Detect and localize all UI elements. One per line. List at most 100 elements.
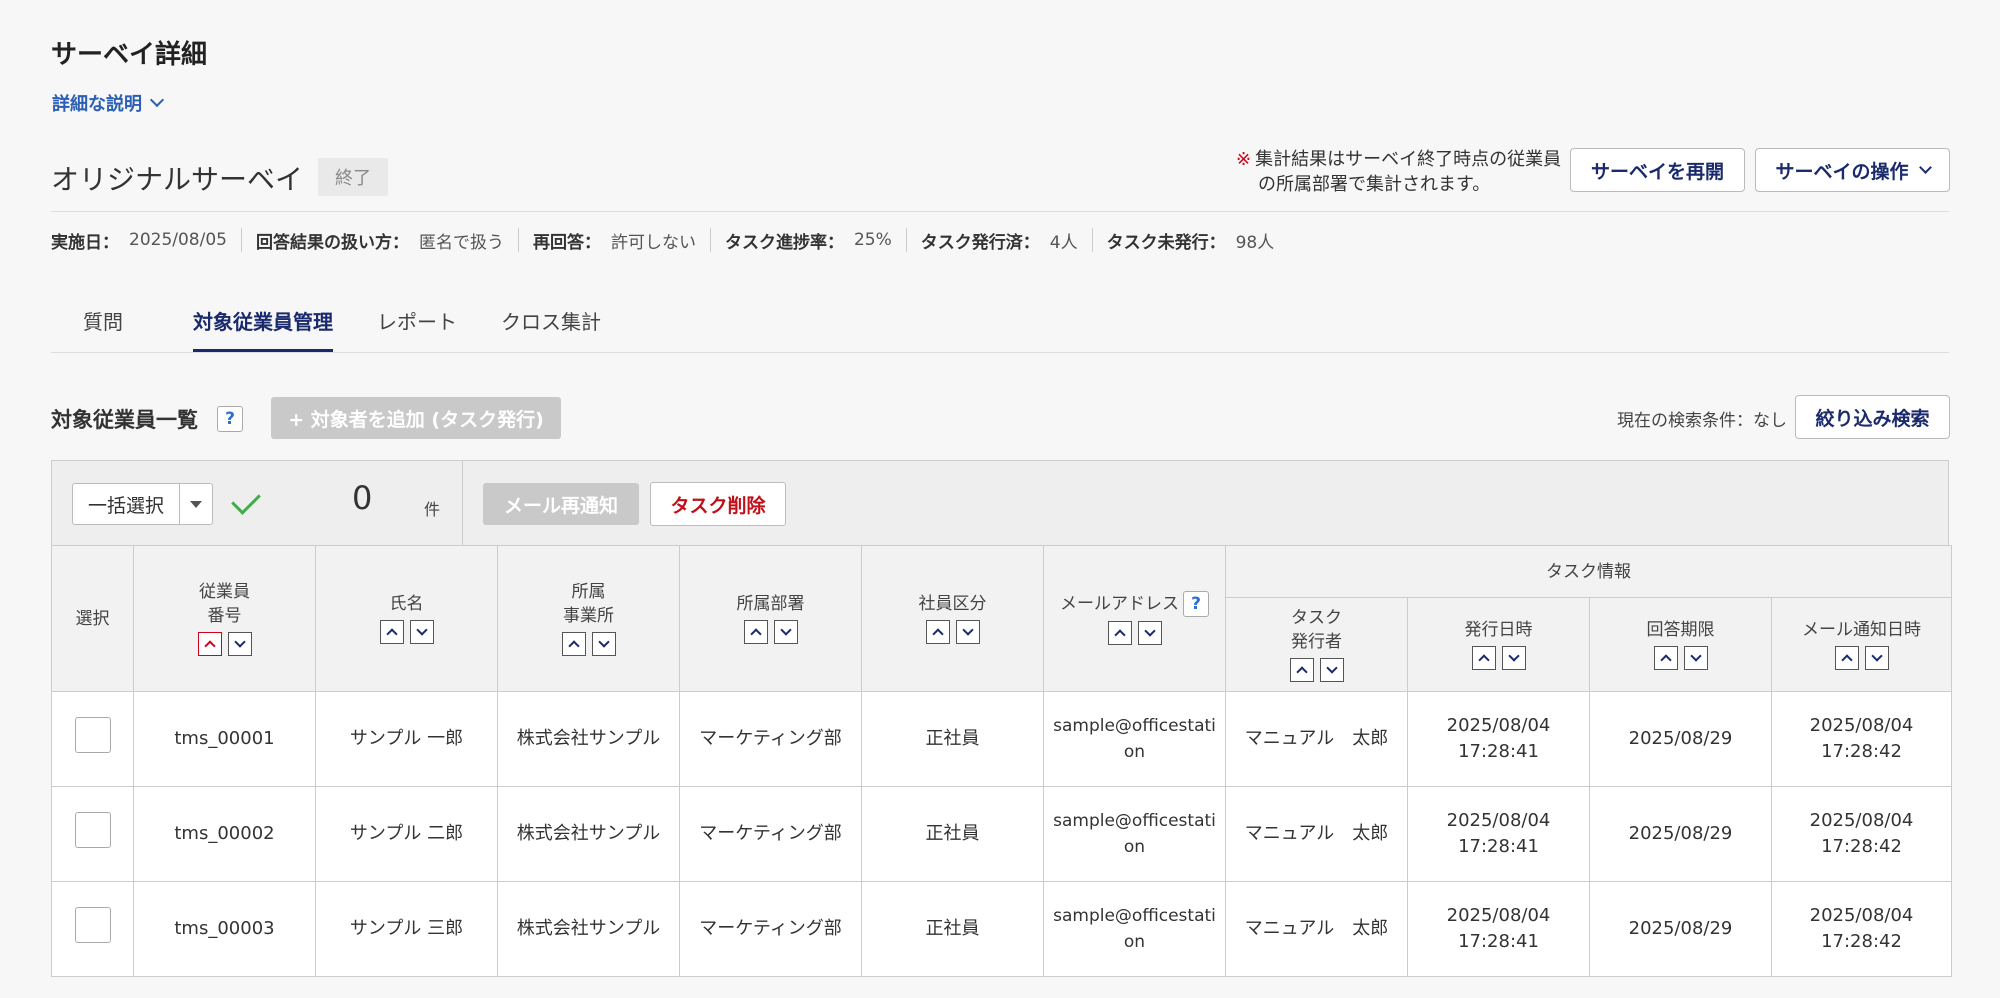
resend-mail-button[interactable]: メール再通知 — [483, 483, 639, 525]
delete-task-button[interactable]: タスク削除 — [650, 482, 786, 526]
sort-desc-icon[interactable] — [955, 620, 980, 644]
filter-search-label: 絞り込み検索 — [1815, 407, 1930, 430]
bulk-select-dropdown[interactable]: 一括選択 — [72, 483, 213, 525]
aggregation-notice: ※ 集計結果はサーベイ終了時点の従業員 の所属部署で集計されます。 — [1236, 147, 1561, 197]
issued-time: 17:28:41 — [1458, 741, 1539, 762]
tab-cross-tabulation[interactable]: クロス集計 — [501, 296, 601, 352]
cell-office: 株式会社サンプル — [497, 691, 680, 787]
meta-value: 4人 — [1049, 232, 1078, 253]
header-label: 従業員 — [199, 582, 250, 602]
header-department: 所属部署 — [679, 545, 862, 692]
meta-value: 2025/08/05 — [129, 230, 227, 250]
row-checkbox[interactable] — [74, 812, 111, 848]
cell-employee-number: tms_00003 — [133, 881, 316, 977]
table-toolbar: 一括選択 0 件 メール再通知 タスク削除 — [51, 460, 1949, 547]
notice-mark: ※ — [1236, 149, 1252, 170]
row-select-cell — [51, 786, 134, 882]
sort-desc-icon[interactable] — [1501, 646, 1526, 670]
sort-asc-icon[interactable] — [1471, 646, 1496, 670]
header-office: 所属 事業所 — [497, 545, 680, 692]
cell-employee-type: 正社員 — [861, 881, 1044, 977]
section-title: 対象従業員一覧 — [51, 408, 198, 432]
description-toggle-label: 詳細な説明 — [52, 94, 142, 115]
sort-asc-icon[interactable] — [561, 632, 586, 656]
sort-asc-icon[interactable] — [1834, 646, 1859, 670]
help-icon[interactable]: ? — [1183, 591, 1209, 617]
sort-desc-icon[interactable] — [1683, 646, 1708, 670]
tab-bar: 質問 対象従業員管理 レポート クロス集計 — [51, 296, 645, 352]
sort-desc-icon[interactable] — [1137, 621, 1162, 645]
issued-date: 2025/08/04 — [1446, 715, 1551, 736]
sort-asc-icon[interactable] — [1653, 646, 1678, 670]
header-task-info: タスク情報 — [1225, 545, 1952, 598]
tab-target-employees[interactable]: 対象従業員管理 — [193, 296, 333, 352]
cell-task-issuer: マニュアル 太郎 — [1225, 881, 1408, 977]
sort-desc-icon[interactable] — [227, 632, 252, 656]
cell-department: マーケティング部 — [679, 881, 862, 977]
dropdown-caret-icon[interactable] — [180, 484, 212, 524]
header-employee-type: 社員区分 — [861, 545, 1044, 692]
header-label: 所属部署 — [736, 594, 805, 614]
filter-status: 現在の検索条件：なし — [1617, 411, 1787, 431]
reopen-survey-button[interactable]: サーベイを再開 — [1570, 148, 1745, 192]
add-target-button[interactable]: + 対象者を追加 (タスク発行) — [271, 397, 561, 439]
survey-meta: 実施日： 2025/08/05 回答結果の扱い方： 匿名で扱う 再回答： 許可しない … — [51, 226, 1288, 254]
cell-department: マーケティング部 — [679, 786, 862, 882]
sort-asc-icon[interactable] — [925, 620, 950, 644]
status-badge: 終了 — [318, 158, 388, 196]
meta-key: 回答結果の扱い方： — [255, 232, 409, 253]
survey-operations-button[interactable]: サーベイの操作 — [1755, 148, 1950, 192]
meta-item-reanswer: 再回答： 許可しない — [517, 228, 710, 253]
divider — [51, 211, 1949, 212]
cell-deadline: 2025/08/29 — [1589, 786, 1772, 882]
header-label: タスク — [1291, 608, 1342, 628]
header-deadline: 回答期限 — [1589, 597, 1772, 692]
meta-value: 匿名で扱う — [418, 232, 504, 253]
cell-issued-at: 2025/08/04 17:28:41 — [1407, 786, 1590, 882]
sort-asc-icon[interactable] — [1107, 621, 1132, 645]
meta-value: 許可しない — [610, 232, 696, 253]
sort-asc-icon[interactable] — [1289, 658, 1314, 682]
filter-search-button[interactable]: 絞り込み検索 — [1795, 395, 1950, 439]
employee-table: 選択 従業員 番号 氏名 所属 事業所 所属部署 社員区分 メールアドレス ? … — [51, 545, 1952, 977]
sort-desc-icon[interactable] — [591, 632, 616, 656]
sort-desc-icon[interactable] — [409, 620, 434, 644]
header-label: 社員区分 — [918, 594, 987, 614]
description-toggle[interactable]: 詳細な説明 — [52, 90, 165, 116]
tab-report[interactable]: レポート — [377, 296, 457, 352]
sort-desc-icon[interactable] — [1319, 658, 1344, 682]
notified-date: 2025/08/04 — [1809, 715, 1914, 736]
divider — [51, 352, 1949, 353]
header-task-issuer: タスク 発行者 — [1225, 597, 1408, 692]
row-checkbox[interactable] — [74, 907, 111, 943]
cell-notified-at: 2025/08/04 17:28:42 — [1771, 691, 1952, 787]
notified-time: 17:28:42 — [1821, 836, 1902, 857]
header-notified-at: メール通知日時 — [1771, 597, 1952, 692]
sort-asc-icon[interactable] — [379, 620, 404, 644]
cell-deadline: 2025/08/29 — [1589, 691, 1772, 787]
table-row: tms_00003 サンプル 三郎 株式会社サンプル マーケティング部 正社員 … — [51, 881, 1952, 977]
cell-employee-number: tms_00002 — [133, 786, 316, 882]
row-select-cell — [51, 881, 134, 977]
row-checkbox[interactable] — [74, 717, 111, 753]
notified-date: 2025/08/04 — [1809, 810, 1914, 831]
check-icon — [231, 485, 261, 515]
cell-email: sample@officestation — [1043, 691, 1226, 787]
issued-date: 2025/08/04 — [1446, 810, 1551, 831]
survey-name: オリジナルサーベイ — [51, 163, 304, 196]
meta-key: 再回答： — [532, 232, 601, 253]
meta-item-issued: タスク発行済： 4人 — [905, 228, 1092, 253]
sort-asc-icon[interactable] — [197, 632, 222, 656]
sort-desc-icon[interactable] — [1864, 646, 1889, 670]
header-label: 発行者 — [1291, 632, 1342, 652]
help-icon[interactable]: ? — [217, 406, 243, 432]
meta-item-result-handling: 回答結果の扱い方： 匿名で扱う — [240, 228, 518, 253]
header-label: メール通知日時 — [1802, 620, 1921, 640]
sort-desc-icon[interactable] — [773, 620, 798, 644]
meta-key: 実施日： — [51, 232, 119, 253]
selected-count-unit: 件 — [424, 500, 441, 519]
meta-value: 98人 — [1235, 232, 1275, 253]
cell-office: 株式会社サンプル — [497, 786, 680, 882]
tab-questions[interactable]: 質問 — [83, 296, 123, 352]
sort-asc-icon[interactable] — [743, 620, 768, 644]
